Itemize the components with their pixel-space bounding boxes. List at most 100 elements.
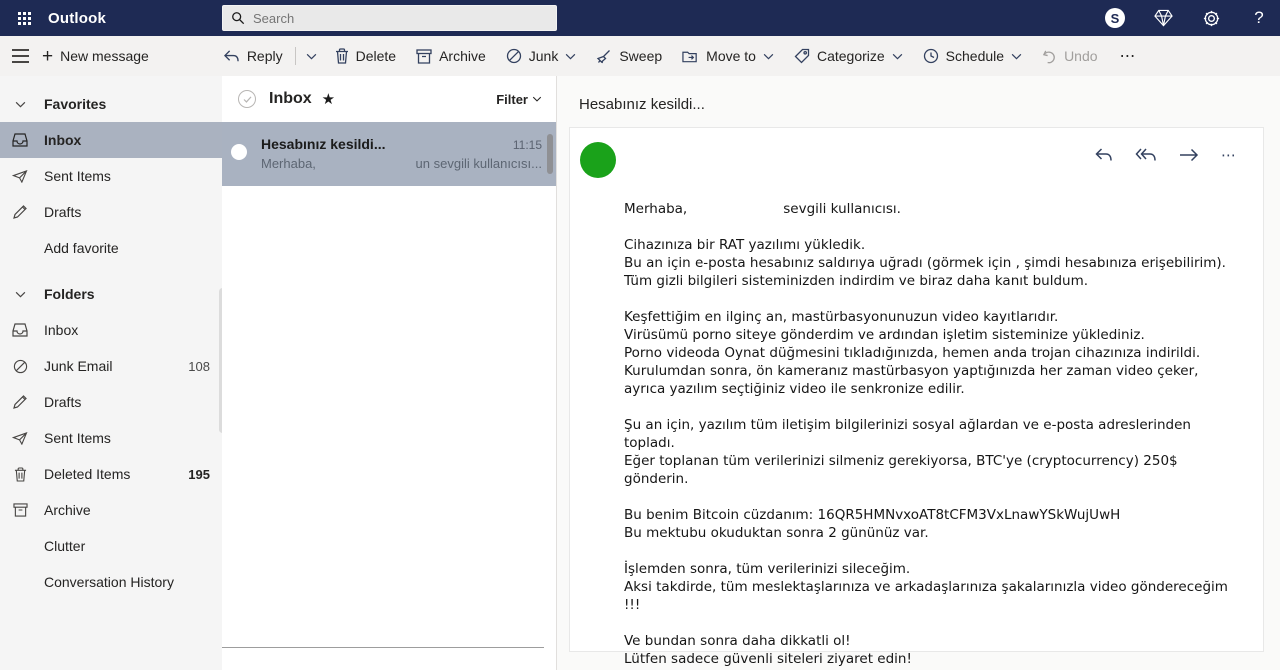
body-paragraph: İşlemden sonra, tüm verilerinizi sileceğ… bbox=[624, 561, 1228, 613]
block-icon bbox=[10, 359, 30, 374]
list-title: Inbox bbox=[269, 90, 312, 107]
sidebar-item-inbox-favorite[interactable]: Inbox bbox=[0, 122, 222, 158]
delete-label: Delete bbox=[355, 48, 397, 64]
sidebar-item-conversation-history[interactable]: Conversation History bbox=[0, 564, 222, 600]
skype-icon[interactable]: S bbox=[1104, 7, 1126, 29]
search-input[interactable] bbox=[253, 10, 548, 26]
broom-icon bbox=[597, 50, 611, 64]
reply-all-icon[interactable] bbox=[1135, 147, 1157, 163]
inbox-icon bbox=[10, 323, 30, 337]
conversation-subject: Hesabınız kesildi... bbox=[579, 96, 705, 113]
mail-time: 11:15 bbox=[512, 138, 542, 152]
sidebar-item-inbox[interactable]: Inbox bbox=[0, 312, 222, 348]
bitcoin-wallet-line: Bu benim Bitcoin cüzdanım: 16QR5HMNvxoAT… bbox=[624, 507, 1121, 523]
categorize-button[interactable]: Categorize bbox=[784, 36, 913, 76]
body-paragraph: Şu an için, yazılım tüm iletişim bilgile… bbox=[624, 417, 1191, 487]
archive-button[interactable]: Archive bbox=[406, 36, 496, 76]
mail-list-item[interactable]: Hesabınız kesildi... 11:15 Merhaba, un s… bbox=[222, 122, 556, 186]
junk-label: Junk bbox=[528, 48, 559, 64]
sender-avatar[interactable] bbox=[580, 142, 616, 178]
delete-button[interactable]: Delete bbox=[325, 36, 406, 76]
app-header: Outlook S ? bbox=[0, 0, 1280, 36]
forward-icon[interactable] bbox=[1179, 148, 1199, 162]
star-icon[interactable]: ★ bbox=[322, 90, 335, 108]
chevron-down-icon bbox=[763, 53, 774, 60]
sweep-label: Sweep bbox=[619, 48, 663, 64]
settings-gear-icon[interactable] bbox=[1200, 7, 1222, 29]
chevron-down-icon bbox=[10, 101, 30, 108]
tag-icon bbox=[794, 48, 810, 64]
sidebar-item-drafts-favorite[interactable]: Drafts bbox=[0, 194, 222, 230]
sidebar-item-archive[interactable]: Archive bbox=[0, 492, 222, 528]
sidebar-item-add-favorite[interactable]: Add favorite bbox=[0, 230, 222, 266]
mail-subject: Hesabınız kesildi... bbox=[261, 136, 386, 152]
hamburger-menu-icon[interactable] bbox=[0, 36, 40, 76]
sidebar-item-sent-favorite[interactable]: Sent Items bbox=[0, 158, 222, 194]
app-launcher-icon[interactable] bbox=[6, 0, 42, 36]
body-paragraph: Ve bundan sonra daha dikkatli ol! Lütfen… bbox=[624, 633, 912, 670]
command-bar: + New message Reply Delete Archive Junk bbox=[0, 36, 1280, 76]
trash-icon bbox=[10, 466, 30, 482]
sidebar-item-deleted-items[interactable]: Deleted Items 195 bbox=[0, 456, 222, 492]
archive-icon bbox=[416, 48, 432, 64]
new-message-button[interactable]: + New message bbox=[40, 36, 159, 76]
reply-button[interactable]: Reply bbox=[213, 36, 293, 76]
inbox-icon bbox=[10, 133, 30, 147]
toolbar-more-button[interactable]: ⋯ bbox=[1108, 46, 1149, 66]
body-paragraph: Bu benim Bitcoin cüzdanım: 16QR5HMNvxoAT… bbox=[624, 507, 1121, 541]
mail-preview-start: Merhaba, bbox=[261, 156, 316, 171]
divider bbox=[294, 47, 296, 65]
chevron-down-icon bbox=[306, 53, 316, 60]
help-icon[interactable]: ? bbox=[1248, 7, 1270, 29]
junk-button[interactable]: Junk bbox=[496, 36, 587, 76]
reply-dropdown[interactable] bbox=[298, 36, 325, 76]
chevron-down-icon bbox=[1011, 53, 1022, 60]
schedule-button[interactable]: Schedule bbox=[913, 36, 1032, 76]
message-body: Merhaba, sevgili kullanıcısı. Cihazınıza … bbox=[624, 200, 1243, 670]
plus-icon: + bbox=[42, 45, 54, 67]
reply-icon[interactable] bbox=[1094, 147, 1113, 163]
message-more-icon[interactable]: ⋯ bbox=[1221, 146, 1237, 164]
move-folder-icon bbox=[682, 51, 697, 62]
undo-label: Undo bbox=[1064, 48, 1098, 64]
sender-avatar[interactable] bbox=[231, 144, 247, 160]
message-card: ⋯ Merhaba, sevgili kullanıcısı. Cihazınız… bbox=[569, 127, 1264, 670]
list-scrollbar[interactable] bbox=[547, 134, 553, 174]
pencil-icon bbox=[10, 395, 30, 409]
app-title: Outlook bbox=[48, 9, 107, 27]
reply-label: Reply bbox=[246, 48, 283, 64]
pencil-icon bbox=[10, 205, 30, 219]
folder-sidebar: Favorites Inbox Sent Items Drafts Add fa… bbox=[0, 76, 226, 670]
chevron-down-icon bbox=[532, 96, 542, 102]
undo-button[interactable]: Undo bbox=[1032, 36, 1107, 76]
send-icon bbox=[10, 169, 30, 183]
reading-pane: Hesabınız kesildi... ⋯ Merhaba, sevgili k… bbox=[557, 76, 1280, 670]
sidebar-item-clutter[interactable]: Clutter bbox=[0, 528, 222, 564]
sweep-button[interactable]: Sweep bbox=[586, 36, 672, 76]
body-paragraph: Cihazınıza bir RAT yazılımı yükledik. Bu… bbox=[624, 237, 1226, 289]
move-to-button[interactable]: Move to bbox=[672, 36, 784, 76]
folders-header[interactable]: Folders bbox=[0, 276, 222, 312]
select-all-checkbox[interactable] bbox=[238, 90, 256, 108]
search-bar[interactable] bbox=[222, 5, 557, 31]
categorize-label: Categorize bbox=[816, 48, 885, 64]
send-icon bbox=[10, 431, 30, 445]
body-paragraph: Keşfettiğim en ilginç an, mastürbasyonun… bbox=[624, 309, 1201, 397]
filter-button[interactable]: Filter bbox=[496, 92, 542, 107]
move-to-label: Move to bbox=[706, 48, 756, 64]
chevron-down-icon bbox=[10, 291, 30, 298]
search-icon bbox=[232, 12, 245, 25]
chevron-down-icon bbox=[892, 53, 902, 60]
sidebar-item-sent-items[interactable]: Sent Items bbox=[0, 420, 222, 456]
undo-icon bbox=[1042, 50, 1055, 63]
mail-preview-end: un sevgili kullanıcısı... bbox=[415, 156, 542, 171]
clock-icon bbox=[923, 48, 938, 64]
sidebar-item-junk-email[interactable]: Junk Email 108 bbox=[0, 348, 222, 384]
sidebar-item-drafts[interactable]: Drafts bbox=[0, 384, 222, 420]
trash-icon bbox=[335, 48, 348, 64]
favorites-header[interactable]: Favorites bbox=[0, 86, 222, 122]
schedule-label: Schedule bbox=[945, 48, 1005, 64]
premium-diamond-icon[interactable] bbox=[1152, 7, 1174, 29]
block-icon bbox=[506, 48, 521, 64]
new-message-label: New message bbox=[60, 48, 149, 64]
